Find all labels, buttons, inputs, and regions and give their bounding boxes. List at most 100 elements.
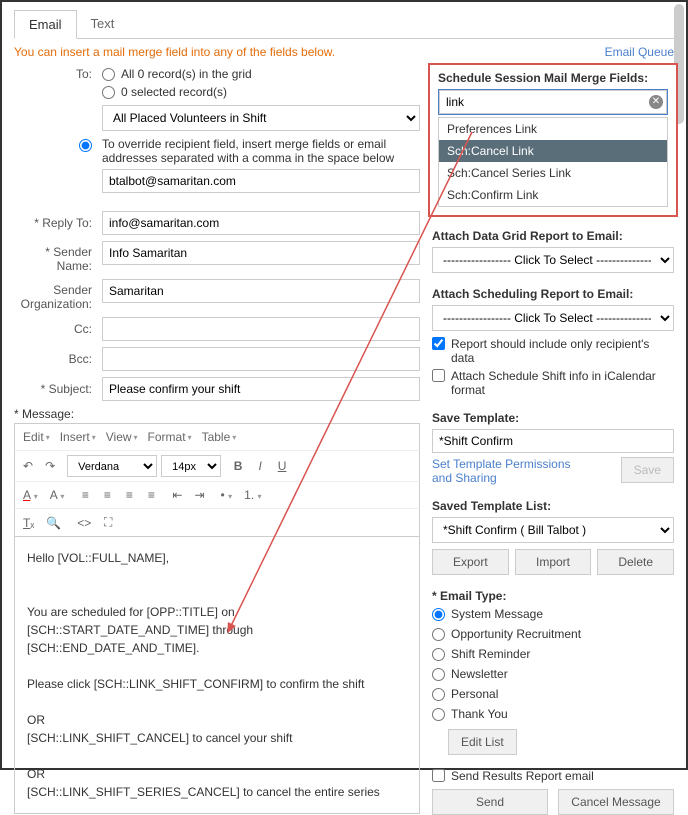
message-label: * Message:	[14, 407, 420, 421]
merge-item[interactable]: Sch:Confirm Link	[439, 184, 667, 206]
selected-records-label: 0 selected record(s)	[121, 85, 227, 99]
bcc-input[interactable]	[102, 347, 420, 371]
save-template-label: Save Template:	[432, 411, 674, 425]
send-results-label: Send Results Report email	[451, 769, 594, 783]
redo-icon[interactable]: ↷	[41, 457, 59, 475]
et-label: Thank You	[451, 707, 508, 721]
cancel-message-button[interactable]: Cancel Message	[558, 789, 674, 815]
radio-thank-you[interactable]	[432, 708, 445, 721]
editor-menubar: Edit ▾ Insert ▾ View ▾ Format ▾ Table ▾	[14, 423, 420, 450]
only-recipient-checkbox[interactable]	[432, 337, 445, 350]
attach-data-grid-label: Attach Data Grid Report to Email:	[432, 229, 674, 243]
save-template-button[interactable]: Save	[621, 457, 674, 483]
send-results-checkbox[interactable]	[432, 769, 445, 782]
align-right-icon[interactable]: ≡	[120, 486, 138, 504]
save-template-input[interactable]	[432, 429, 674, 453]
bold-icon[interactable]: B	[229, 457, 247, 475]
radio-override[interactable]	[79, 139, 92, 152]
merge-search-input[interactable]	[439, 90, 667, 114]
font-family-select[interactable]: Verdana	[67, 455, 157, 477]
merge-item[interactable]: Sch:Cancel Link	[439, 140, 667, 162]
subject-label: * Subject:	[14, 382, 96, 396]
merge-item[interactable]: Preferences Link	[439, 118, 667, 140]
saved-template-label: Saved Template List:	[432, 499, 674, 513]
reply-to-label: * Reply To:	[14, 216, 96, 230]
et-label: System Message	[451, 607, 543, 621]
et-label: Newsletter	[451, 667, 508, 681]
et-label: Personal	[451, 687, 498, 701]
menu-edit[interactable]: Edit ▾	[19, 428, 54, 446]
merge-list: Preferences Link Sch:Cancel Link Sch:Can…	[438, 117, 668, 207]
bcc-label: Bcc:	[14, 352, 96, 366]
italic-icon[interactable]: I	[251, 457, 269, 475]
attach-scheduling-label: Attach Scheduling Report to Email:	[432, 287, 674, 301]
override-input[interactable]	[102, 169, 420, 193]
sender-name-label: * Sender Name:	[14, 241, 96, 273]
et-label: Opportunity Recruitment	[451, 627, 581, 641]
export-button[interactable]: Export	[432, 549, 509, 575]
menu-view[interactable]: View ▾	[102, 428, 142, 446]
sender-org-input[interactable]	[102, 279, 420, 303]
radio-opportunity[interactable]	[432, 628, 445, 641]
delete-button[interactable]: Delete	[597, 549, 674, 575]
ical-label: Attach Schedule Shift info in iCalendar …	[451, 369, 674, 397]
merge-hint: You can insert a mail merge field into a…	[14, 45, 335, 59]
ical-checkbox[interactable]	[432, 369, 445, 382]
saved-template-select[interactable]: *Shift Confirm ( Bill Talbot )	[432, 517, 674, 543]
radio-shift-reminder[interactable]	[432, 648, 445, 661]
tabs: Email Text	[14, 10, 674, 39]
underline-icon[interactable]: U	[273, 457, 291, 475]
radio-system-message[interactable]	[432, 608, 445, 621]
attach-scheduling-select[interactable]: ----------------- Click To Select ------…	[432, 305, 674, 331]
tab-email[interactable]: Email	[14, 10, 77, 39]
attach-data-grid-select[interactable]: ----------------- Click To Select ------…	[432, 247, 674, 273]
align-justify-icon[interactable]: ≡	[142, 486, 160, 504]
tab-text[interactable]: Text	[77, 10, 129, 38]
radio-all-records[interactable]	[102, 68, 115, 81]
clear-icon[interactable]: ✕	[649, 95, 663, 109]
message-body[interactable]: Hello [VOL::FULL_NAME], You are schedule…	[14, 536, 420, 814]
template-permissions-link[interactable]: Set Template Permissions and Sharing	[432, 457, 582, 485]
merge-item[interactable]: Sch:Cancel Series Link	[439, 162, 667, 184]
only-recipient-label: Report should include only recipient's d…	[451, 337, 674, 365]
merge-fields-panel: Schedule Session Mail Merge Fields: ✕ Pr…	[428, 63, 678, 217]
bg-color-icon[interactable]: A ▾	[46, 486, 69, 504]
editor-toolbar-1: ↶ ↷ Verdana 14px B I U	[14, 450, 420, 481]
sender-org-label: Sender Organization:	[14, 279, 96, 311]
override-label: To override recipient field, insert merg…	[102, 137, 394, 165]
import-button[interactable]: Import	[515, 549, 592, 575]
text-color-icon[interactable]: A ▾	[19, 486, 42, 504]
cc-label: Cc:	[14, 322, 96, 336]
fullscreen-icon[interactable]: ⛶	[99, 513, 117, 532]
editor-toolbar-2: A ▾ A ▾ ≡ ≡ ≡ ≡ ⇤ ⇥ • ▾ 1. ▾	[14, 481, 420, 508]
code-icon[interactable]: <>	[73, 514, 95, 532]
menu-insert[interactable]: Insert ▾	[56, 428, 100, 446]
find-icon[interactable]: 🔍	[42, 514, 65, 532]
cc-input[interactable]	[102, 317, 420, 341]
sender-name-input[interactable]	[102, 241, 420, 265]
edit-list-button[interactable]: Edit List	[448, 729, 517, 755]
email-type-label: * Email Type:	[432, 589, 674, 603]
numbered-list-icon[interactable]: 1. ▾	[240, 486, 265, 504]
radio-personal[interactable]	[432, 688, 445, 701]
merge-heading: Schedule Session Mail Merge Fields:	[438, 71, 668, 85]
email-queue-link[interactable]: Email Queue	[605, 45, 674, 59]
menu-table[interactable]: Table ▾	[198, 428, 241, 446]
clear-format-icon[interactable]: Tₓ	[19, 514, 38, 532]
indent-icon[interactable]: ⇥	[190, 486, 208, 504]
all-placed-select[interactable]: All Placed Volunteers in Shift	[102, 105, 420, 131]
editor-toolbar-3: Tₓ 🔍 <> ⛶	[14, 508, 420, 536]
align-left-icon[interactable]: ≡	[76, 486, 94, 504]
font-size-select[interactable]: 14px	[161, 455, 221, 477]
radio-newsletter[interactable]	[432, 668, 445, 681]
bullet-list-icon[interactable]: • ▾	[217, 486, 237, 504]
radio-selected-records[interactable]	[102, 86, 115, 99]
reply-to-input[interactable]	[102, 211, 420, 235]
send-button[interactable]: Send	[432, 789, 548, 815]
menu-format[interactable]: Format ▾	[144, 428, 196, 446]
subject-input[interactable]	[102, 377, 420, 401]
align-center-icon[interactable]: ≡	[98, 486, 116, 504]
et-label: Shift Reminder	[451, 647, 530, 661]
undo-icon[interactable]: ↶	[19, 457, 37, 475]
outdent-icon[interactable]: ⇤	[168, 486, 186, 504]
